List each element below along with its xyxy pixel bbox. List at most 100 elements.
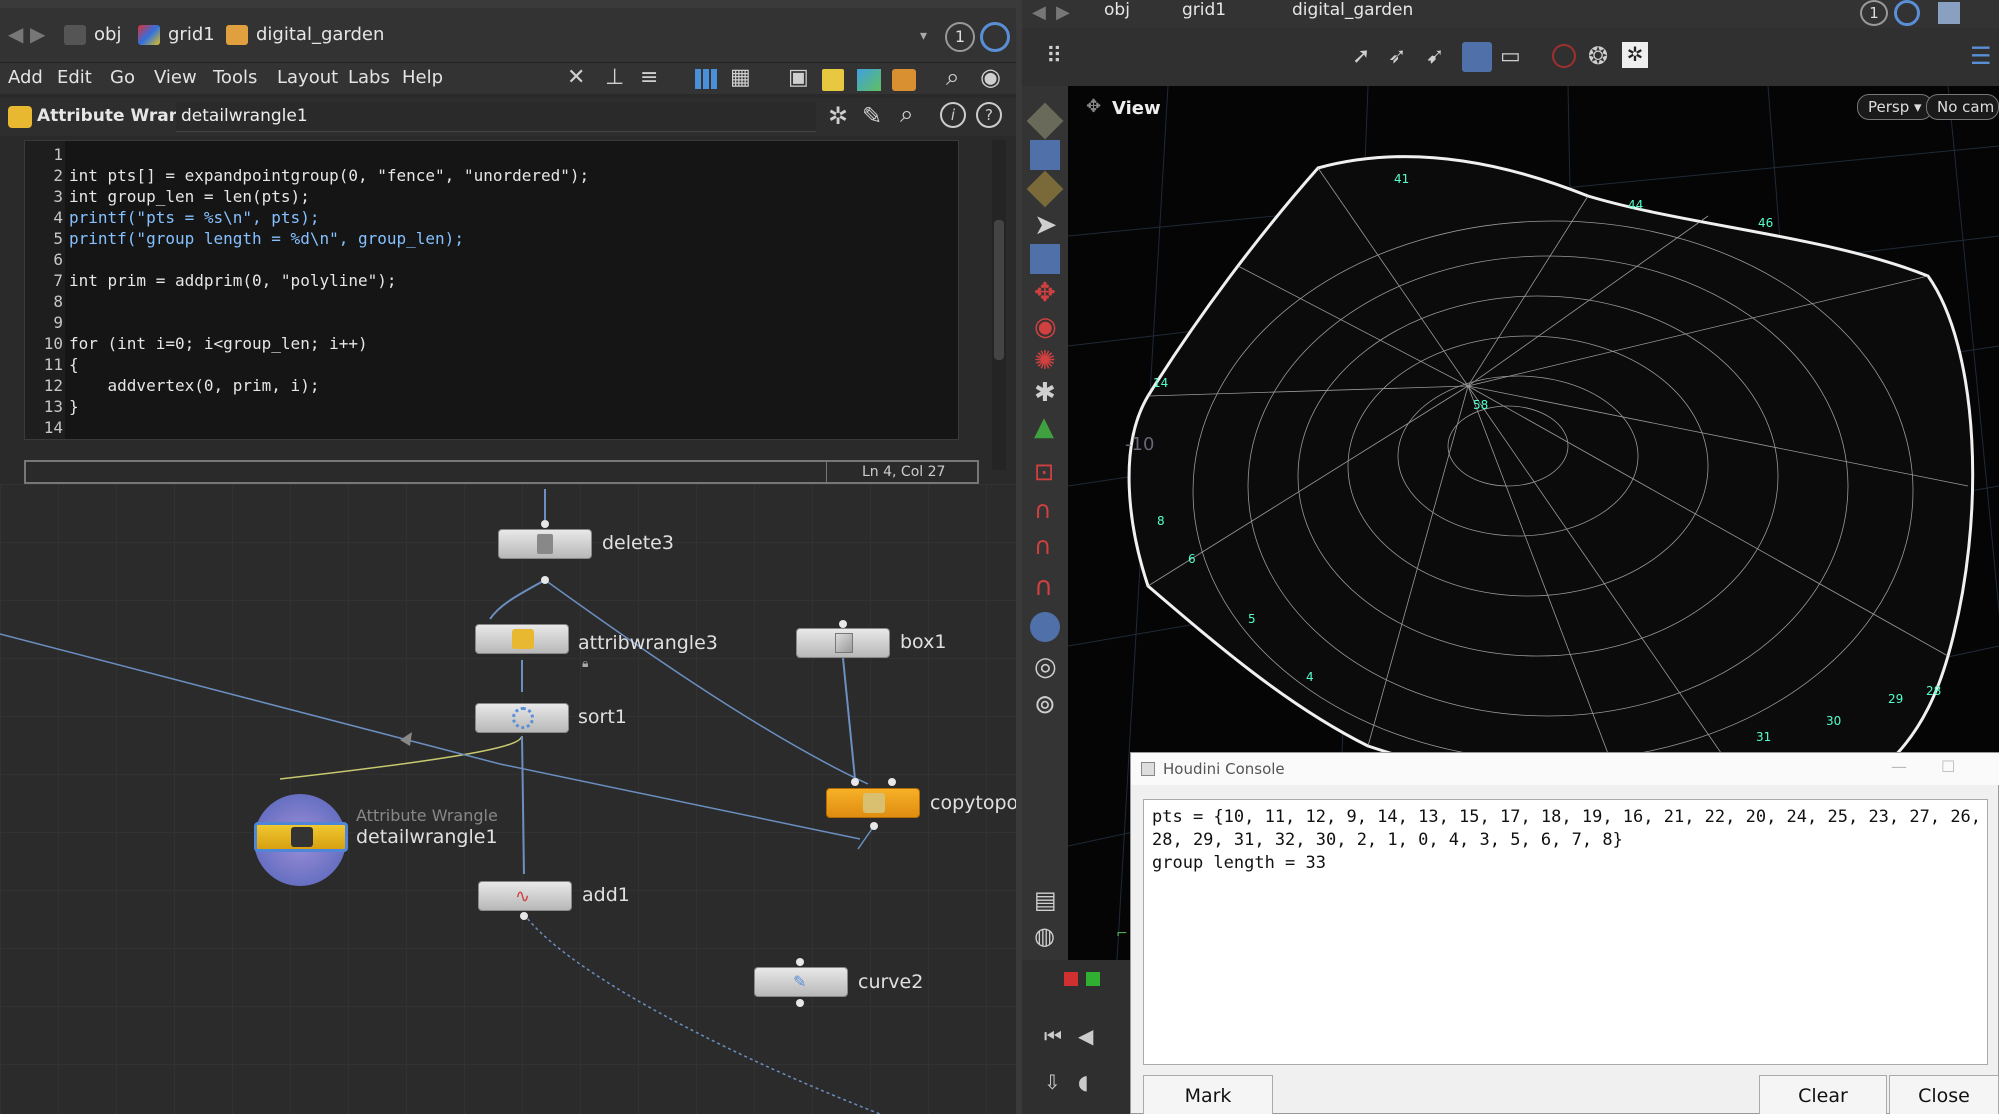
first-frame-icon[interactable]: ⏮ (1044, 1024, 1062, 1048)
select-mode-icon[interactable]: ➚ (1352, 44, 1370, 69)
menu-edit[interactable]: Edit (57, 67, 92, 88)
link-pane-icon[interactable] (1894, 0, 1920, 26)
help-icon[interactable]: ? (976, 102, 1002, 128)
menu-add[interactable]: Add (8, 67, 43, 88)
point-number: 31 (1756, 730, 1772, 744)
menu-go[interactable]: Go (110, 67, 135, 88)
cube-icon[interactable] (1938, 2, 1960, 24)
step-back-icon[interactable]: ◀ (1078, 1024, 1093, 1048)
add1-node[interactable]: ∿ (478, 881, 572, 911)
select-edges-icon[interactable]: ➹ (1426, 44, 1444, 69)
brush-icon[interactable]: ✎ (862, 102, 882, 130)
stamp-icon[interactable]: ▤ (1034, 886, 1057, 914)
shade-mode-icon[interactable] (1026, 102, 1064, 140)
back-arrow-icon[interactable]: ◀ (8, 22, 23, 46)
magnet-icon[interactable]: ∩ (1034, 572, 1053, 602)
breadcrumb-digital-garden[interactable]: digital_garden (220, 20, 384, 50)
info-icon[interactable]: i (940, 102, 966, 128)
record-icon[interactable] (1064, 972, 1078, 986)
select-points-icon[interactable]: ➶ (1388, 44, 1406, 69)
layout-icon[interactable]: ▣ (788, 65, 809, 90)
curve2-node[interactable]: ✎ (754, 967, 848, 997)
view-handle-icon[interactable]: ✥ (1086, 96, 1101, 117)
line-number: 4 (53, 208, 63, 227)
minimize-icon[interactable]: — (1891, 757, 1907, 776)
close-button[interactable]: Close (1889, 1075, 1999, 1114)
menu-layout[interactable]: Layout (277, 67, 338, 88)
back-arrow-icon[interactable]: ◀ (1032, 2, 1046, 23)
box1-node[interactable] (796, 628, 890, 658)
gear-icon[interactable]: ✲ (828, 102, 848, 130)
camera-menu[interactable]: No cam (1926, 94, 1999, 120)
maximize-icon[interactable]: ☐ (1941, 757, 1955, 776)
settings-icon[interactable]: ✲ (1622, 42, 1648, 68)
image-icon[interactable] (857, 69, 881, 91)
attribwrangle3-node[interactable] (475, 624, 569, 654)
breadcrumb-obj[interactable]: obj (1104, 0, 1130, 20)
grid-colors-icon[interactable] (695, 69, 717, 89)
clear-button[interactable]: Clear (1759, 1075, 1887, 1114)
forward-arrow-icon[interactable]: ▶ (1056, 2, 1070, 23)
pointer-icon[interactable]: ➤ (1034, 208, 1057, 241)
handle-tool-icon[interactable]: ▲ (1034, 412, 1054, 442)
disable-icon[interactable] (1552, 44, 1576, 68)
construction-plane-icon[interactable]: ⊚ (1034, 690, 1056, 720)
detailwrangle1-node[interactable] (254, 822, 348, 852)
vex-code-editor[interactable]: 1 2 3 4 5 6 7 8 9 10 11 12 13 14 int pts… (24, 140, 959, 440)
wrangle-node-icon (291, 827, 313, 847)
grid-dots-icon[interactable]: ⠿ (1046, 44, 1062, 69)
tree-view-icon[interactable]: ⊥ (605, 65, 624, 90)
select-primitives-icon[interactable] (1462, 42, 1492, 72)
sort1-node[interactable] (475, 703, 569, 733)
menu-help[interactable]: Help (402, 67, 443, 88)
editor-scrollbar[interactable] (992, 140, 1006, 470)
scrollbar-thumb[interactable] (994, 220, 1004, 360)
wrench-icon[interactable]: ✕ (567, 65, 585, 90)
menu-view[interactable]: View (154, 67, 197, 88)
list-grid-icon[interactable]: ▦ (730, 65, 751, 90)
list-view-icon[interactable]: ≡ (640, 65, 658, 90)
copytopo-node[interactable] (826, 788, 920, 818)
node-name-field[interactable]: detailwrangle1 (176, 102, 816, 132)
breadcrumb-grid1[interactable]: grid1 (1182, 0, 1226, 20)
keyframe-icon[interactable] (1086, 972, 1100, 986)
snap-icon[interactable]: ❂ (1588, 42, 1608, 70)
network-box-icon[interactable] (892, 69, 916, 91)
console-output[interactable]: pts = {10, 11, 12, 9, 14, 13, 15, 17, 18… (1143, 799, 1988, 1065)
display-options-icon[interactable]: ☰ (1970, 42, 1992, 70)
move-tool-icon[interactable]: ✥ (1034, 278, 1056, 308)
eye-icon[interactable]: ◉ (980, 63, 1001, 91)
select-vertices-icon[interactable]: ▭ (1500, 44, 1521, 69)
pane-number-badge[interactable]: 1 (945, 22, 975, 52)
scale-tool-icon[interactable]: ✺ (1034, 346, 1056, 376)
snap-grid-icon[interactable]: ⊡ (1034, 458, 1054, 486)
audio-icon[interactable]: ◖ (1078, 1070, 1089, 1094)
sticky-note-icon[interactable] (822, 69, 844, 91)
menu-tools[interactable]: Tools (213, 67, 257, 88)
light-icon[interactable]: ◍ (1034, 922, 1055, 950)
network-editor[interactable]: delete3 attribwrangle3 🔒︎ sort1 box1 cop… (0, 484, 1018, 1114)
rotate-tool-icon[interactable]: ◉ (1034, 312, 1057, 342)
paint-tool-icon[interactable] (1026, 170, 1064, 208)
mark-button[interactable]: Mark (1143, 1075, 1273, 1114)
path-dropdown-icon[interactable]: ▾ (920, 28, 927, 44)
lasso-icon[interactable] (1030, 244, 1060, 274)
forward-arrow-icon[interactable]: ▶ (30, 22, 45, 46)
menu-labs[interactable]: Labs (348, 67, 390, 88)
reference-plane-icon[interactable]: ◎ (1034, 652, 1057, 682)
breadcrumb-digital-garden[interactable]: digital_garden (1292, 0, 1413, 20)
snap-point-icon[interactable]: ∩ (1034, 532, 1052, 560)
keys-icon[interactable]: ⇩ (1044, 1070, 1061, 1094)
select-tool-icon[interactable] (1030, 140, 1060, 170)
pane-number-badge[interactable]: 1 (1860, 0, 1888, 26)
link-pane-icon[interactable] (980, 22, 1010, 52)
pose-tool-icon[interactable]: ✱ (1034, 378, 1056, 408)
breadcrumb-grid1[interactable]: grid1 (132, 20, 215, 50)
snap-curve-icon[interactable]: ∩ (1034, 496, 1052, 524)
search-icon[interactable]: ⌕ (900, 100, 913, 128)
camera-icon[interactable] (1030, 612, 1060, 642)
search-icon[interactable]: ⌕ (946, 63, 959, 91)
delete3-node[interactable] (498, 529, 592, 559)
breadcrumb-obj[interactable]: obj (58, 20, 121, 50)
perspective-menu[interactable]: Persp ▾ (1857, 94, 1933, 120)
